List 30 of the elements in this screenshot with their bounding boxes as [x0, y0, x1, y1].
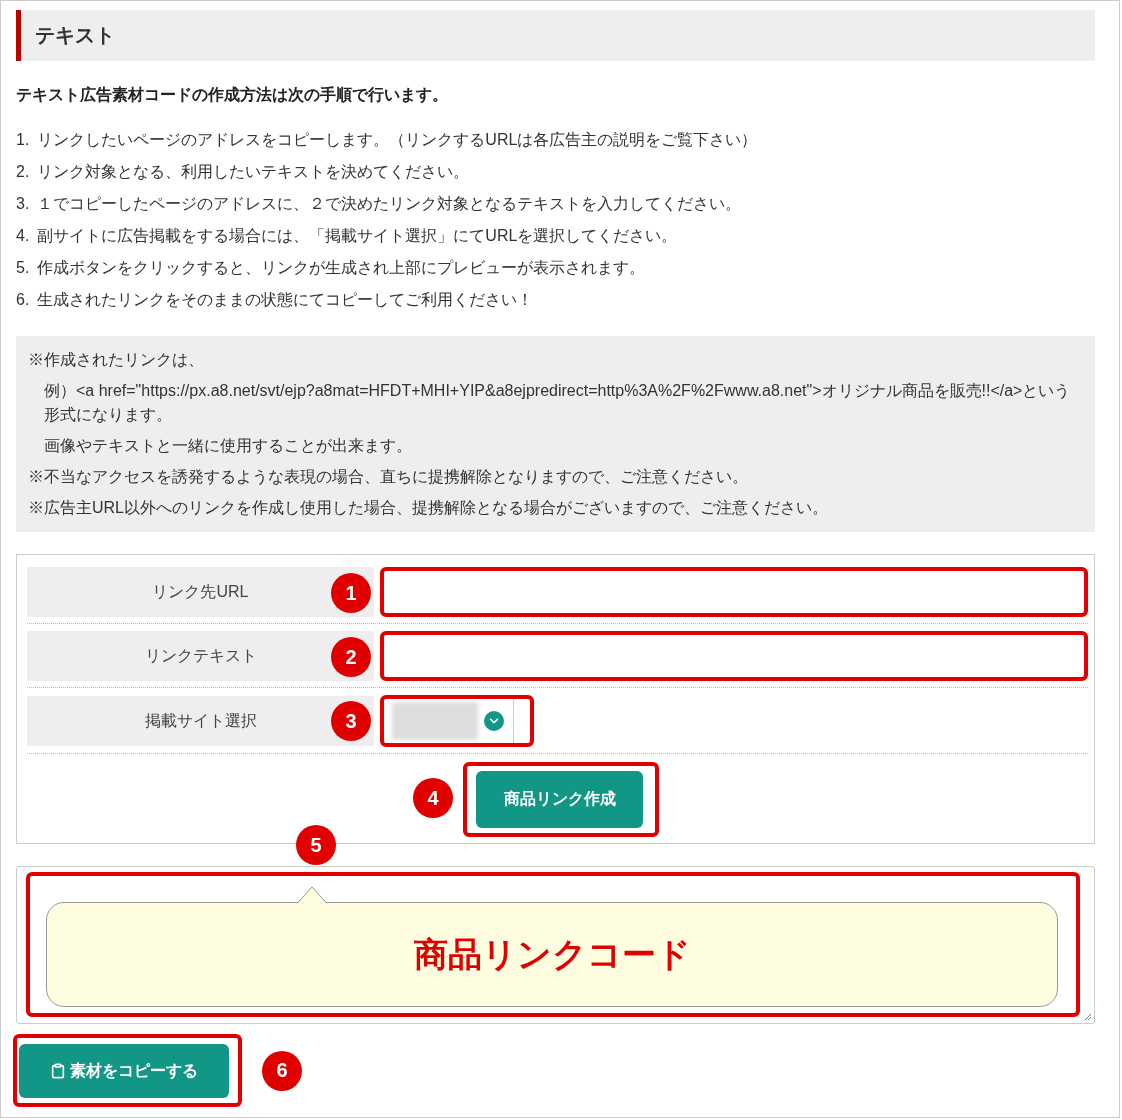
step-number: 1.: [16, 130, 30, 150]
note-text: ※不当なアクセスを誘発するような表現の場合、直ちに提携解除となりますので、ご注意ください。: [28, 467, 749, 487]
note-text: ※広告主URL以外へのリンクを作成し使用した場合、提携解除となる場合がございますので、ご注意ください。: [28, 498, 829, 518]
text-field[interactable]: [380, 567, 1088, 617]
create-link-button[interactable]: 商品リンク作成: [476, 771, 643, 828]
note-text: ※作成されたリンクは、: [28, 350, 205, 370]
step-text: リンクしたいページのアドレスをコピーします。（リンクするURLは各広告主の説明をご覧下さい）: [37, 130, 758, 150]
step-number: 5.: [16, 258, 30, 278]
copy-button[interactable]: 素材をコピーする: [19, 1044, 229, 1098]
step-text: 副サイトに広告掲載をする場合には、「掲載サイト選択」にてURLを選択してください。: [37, 226, 678, 246]
step-text: リンク対象となる、利用したいテキストを決めてください。: [37, 162, 470, 182]
section-title: テキスト: [35, 23, 115, 48]
resize-grip-icon[interactable]: [1084, 1013, 1092, 1021]
step-text: １でコピーしたページのアドレスに、２で決めたリンク対象となるテキストを入力してください。: [37, 194, 742, 214]
clipboard-icon: [50, 1063, 66, 1079]
step-badge: 6: [262, 1050, 302, 1091]
chevron-down-icon: [484, 711, 504, 731]
text-field[interactable]: [380, 631, 1088, 681]
step-text: 作成ボタンをクリックすると、リンクが生成され上部にプレビューが表示されます。: [37, 258, 646, 278]
note-text: 画像やテキストと一緒に使用することが出来ます。: [43, 436, 413, 456]
note-text: 例）<a href="https://px.a8.net/svt/ejp?a8mat=HFDT+MHI+YIP&a8ejpredirect=http%3A%2F%2Fwww.a8.net">オリジナル商品を販売!!</a>という形式になります。: [43, 381, 1072, 425]
step-number: 3.: [16, 194, 30, 214]
intro-text: テキスト広告素材コードの作成方法は次の手順で行います。: [16, 85, 449, 105]
step-number: 2.: [16, 162, 30, 182]
step-badge: 5: [296, 825, 336, 865]
output-title: 商品リンクコード: [413, 933, 691, 975]
step-text: 生成されたリンクをそのままの状態にてコピーしてご利用ください！: [37, 290, 534, 310]
step-number: 4.: [16, 226, 30, 246]
step-badge: 4: [413, 778, 453, 818]
step-number: 6.: [16, 290, 30, 310]
